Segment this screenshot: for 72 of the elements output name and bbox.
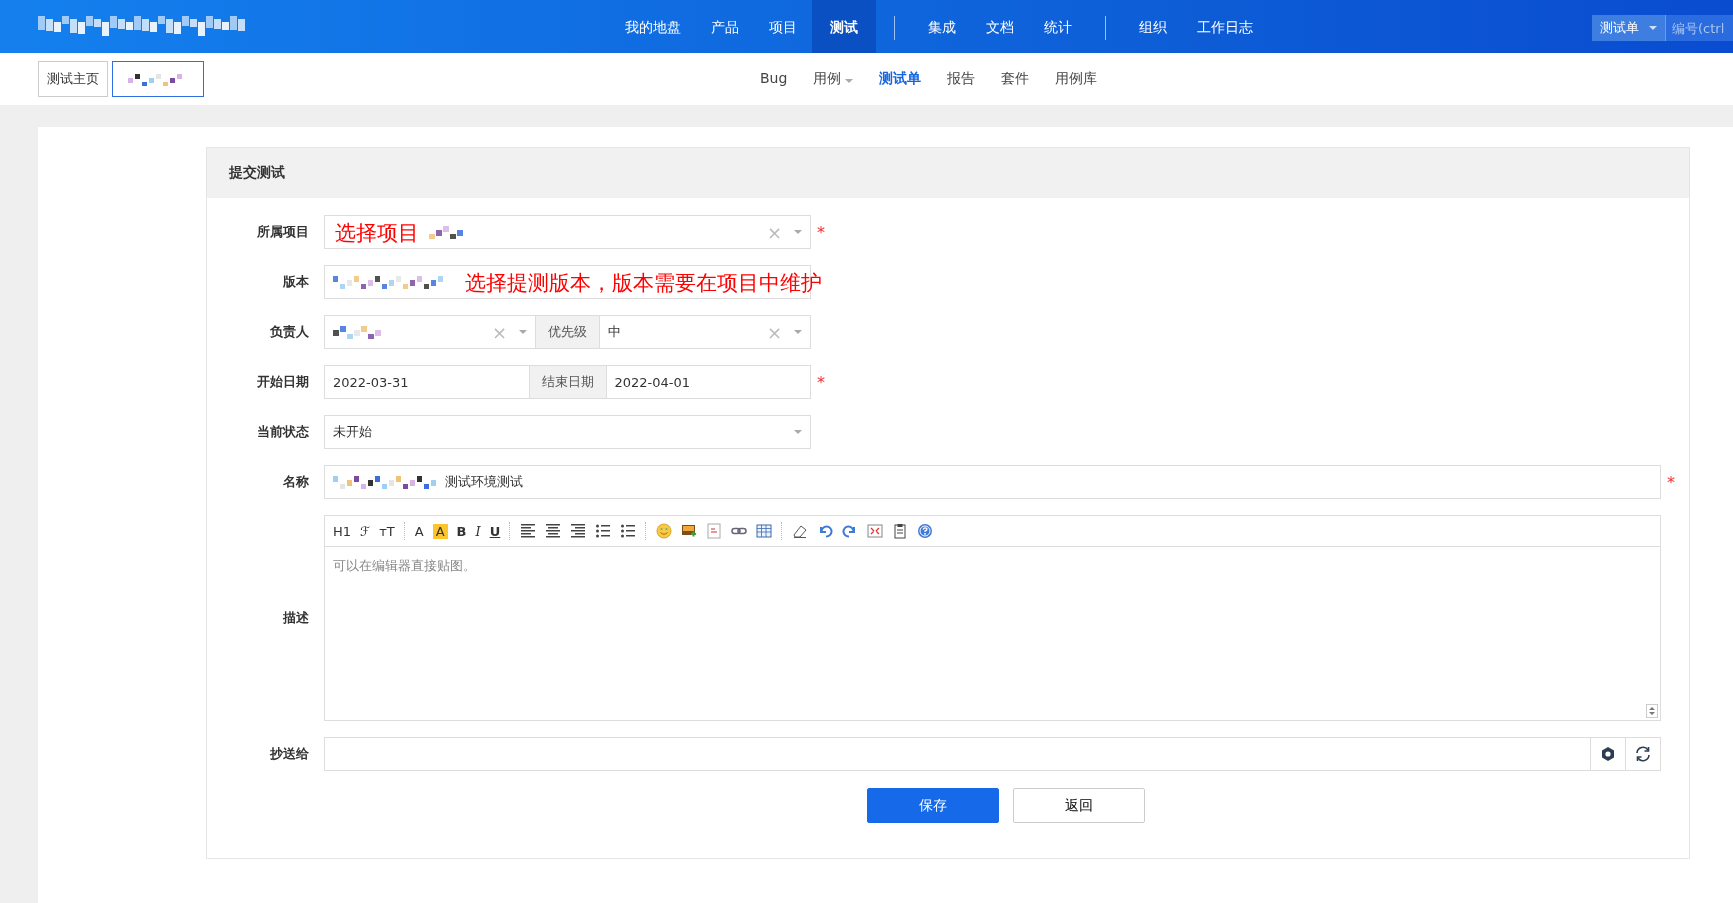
nav-item[interactable]: 工作日志 [1182, 0, 1268, 55]
field-label: 负责人 [269, 323, 310, 341]
end-date-field[interactable]: 2022-04-01 [605, 365, 811, 399]
begin-date-field[interactable]: 2022-03-31 [324, 365, 530, 399]
nav-item[interactable]: 项目 [754, 0, 812, 55]
toolbar-button[interactable]: A [414, 523, 424, 539]
eraser-icon[interactable] [792, 523, 809, 539]
subnav-item[interactable]: 报告 [947, 69, 976, 88]
nav-item[interactable]: 我的地盘 [610, 0, 696, 55]
nav-item[interactable]: 集成 [913, 0, 971, 55]
underline-button[interactable]: U [489, 523, 501, 539]
highlight-button[interactable]: A [432, 523, 448, 539]
priority-select[interactable]: 中 × [599, 315, 811, 349]
field-label: 优先级 [536, 315, 599, 349]
search-field[interactable]: 编号(ctrl [1665, 15, 1733, 41]
toolbar-button[interactable]: ᴛT [379, 523, 395, 539]
settings-icon [1600, 746, 1616, 762]
toolbar-button[interactable]: ℱ [360, 523, 371, 539]
back-button[interactable]: 返回 [1013, 788, 1145, 823]
toolbar-button[interactable]: H1 [333, 523, 352, 539]
breadcrumb-current[interactable] [112, 60, 204, 97]
settings-button[interactable] [1591, 737, 1626, 771]
emoji-icon[interactable] [656, 523, 673, 539]
nav-item[interactable]: 测试 [812, 0, 876, 55]
ordered-list-icon[interactable] [595, 523, 612, 539]
fullscreen-icon[interactable] [867, 523, 884, 539]
subnav-item[interactable]: 用例 [813, 69, 854, 88]
field-label: 当前状态 [256, 423, 310, 441]
refresh-button[interactable] [1626, 737, 1661, 771]
align-right-icon[interactable] [570, 523, 587, 539]
subnav-item[interactable]: 用例库 [1055, 69, 1098, 88]
table-icon[interactable] [756, 523, 773, 539]
required-mark: * [1667, 472, 1675, 492]
nav-item[interactable]: 统计 [1029, 0, 1087, 55]
bullet-list-icon[interactable] [620, 523, 637, 539]
field-label: 描述 [282, 609, 310, 627]
image-icon[interactable] [681, 523, 698, 539]
name-field[interactable]: 测试环境测试 [324, 465, 1661, 499]
field-label: 版本 [282, 273, 310, 291]
field-label: 所属项目 [256, 223, 310, 241]
redacted-mosaic [429, 225, 465, 239]
status-select[interactable]: 未开始 [324, 415, 811, 449]
panel-title: 提交测试 [229, 164, 285, 182]
paste-icon[interactable] [892, 523, 909, 539]
resize-handle-icon[interactable] [1646, 704, 1658, 718]
field-label: 名称 [282, 473, 310, 491]
italic-button[interactable]: I [475, 523, 481, 539]
subnav-item[interactable]: 套件 [1001, 69, 1030, 88]
undo-icon[interactable] [817, 523, 834, 539]
field-label: 抄送给 [269, 745, 310, 763]
required-mark: * [817, 222, 825, 242]
help-icon[interactable] [917, 523, 934, 539]
required-mark: * [817, 372, 825, 392]
rich-text-editor[interactable]: H1 ℱ ᴛT A A B I U 可以在编辑器直接贴图。 [324, 515, 1661, 721]
save-button[interactable]: 保存 [867, 788, 999, 823]
align-center-icon[interactable] [545, 523, 562, 539]
field-label: 结束日期 [529, 365, 606, 399]
project-select[interactable]: 选择项目 × [324, 215, 811, 249]
mailto-field[interactable] [324, 737, 1591, 771]
nav-item[interactable]: 组织 [1124, 0, 1182, 55]
bold-button[interactable]: B [456, 523, 467, 539]
align-left-icon[interactable] [520, 523, 537, 539]
breadcrumb-home[interactable]: 测试主页 [38, 60, 108, 97]
subnav-item[interactable]: Bug [760, 69, 788, 88]
nav-item[interactable]: 文档 [971, 0, 1029, 55]
annotation-text: 选择项目 [335, 220, 419, 247]
subnav-item[interactable]: 测试单 [879, 69, 922, 88]
search-type-dropdown[interactable]: 测试单 [1592, 15, 1665, 41]
field-label: 开始日期 [256, 373, 310, 391]
nav-item[interactable]: 产品 [696, 0, 754, 55]
refresh-icon [1634, 745, 1652, 763]
annotation-text: 选择提测版本，版本需要在项目中维护 [465, 270, 822, 297]
